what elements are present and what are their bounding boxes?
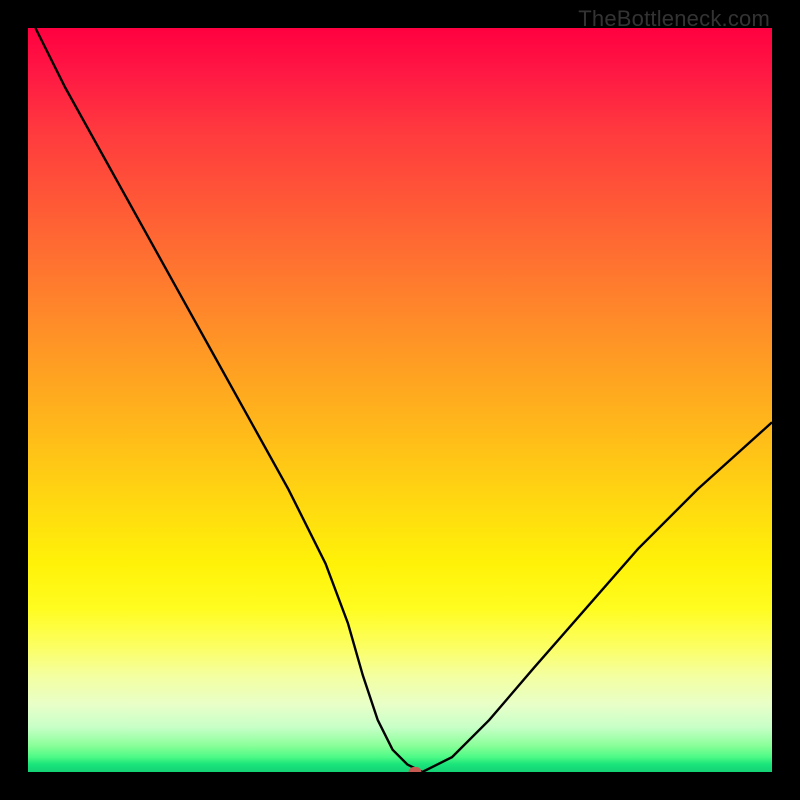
optimum-marker — [408, 767, 421, 772]
bottleneck-curve — [28, 28, 772, 772]
chart-frame: TheBottleneck.com — [0, 0, 800, 800]
curve-path — [35, 28, 772, 772]
plot-area — [28, 28, 772, 772]
